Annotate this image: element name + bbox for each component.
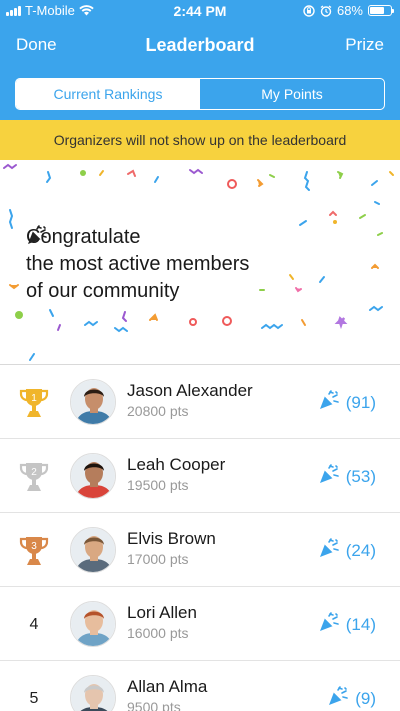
hero-line-2: the most active members [26,253,250,275]
member-points: 16000 pts [127,625,189,641]
hero-line-3: of our community [26,280,180,302]
done-button[interactable]: Done [16,35,57,55]
rotation-lock-icon [303,4,315,17]
member-name: Allan Alma [127,677,208,696]
member-points: 19500 pts [127,477,189,493]
avatar[interactable] [70,453,116,499]
member-points: 17000 pts [127,551,189,567]
leaderboard-list: 1 Jason Alexander 20800 pts (91) 2 Leah … [0,365,400,711]
cheers-count: (9) [355,688,376,708]
rank-badge: 5 [29,690,39,707]
rank-badge: 4 [29,616,39,633]
cheers-count: (91) [345,392,376,412]
member-name: Lori Allen [127,603,197,622]
member-points: 9500 pts [127,699,181,711]
avatar[interactable] [70,379,116,425]
organizer-notice: Organizers will not show up on the leade… [0,120,400,160]
member-points: 20800 pts [127,403,189,419]
member-name: Leah Cooper [127,455,226,474]
party-popper-icon [318,611,340,638]
svg-text:3: 3 [31,541,37,552]
nav-bar: Done Leaderboard Prize [0,30,400,60]
hero-banner: Congratulate the most active members of … [0,160,400,365]
battery-fill [370,7,384,14]
svg-text:1: 1 [31,393,37,404]
svg-text:2: 2 [31,467,37,478]
status-bar: T-Mobile 2:44 PM 68% [0,0,400,22]
cheers-button[interactable]: (24) [318,537,376,564]
alarm-icon [320,4,332,17]
cheers-count: (53) [345,466,376,486]
segmented-control: Current Rankings My Points [15,78,385,110]
trophy-gold-icon: 1 [14,383,54,423]
leaderboard-row[interactable]: 1 Jason Alexander 20800 pts (91) [0,365,400,439]
avatar[interactable] [70,675,116,711]
cheers-count: (24) [345,540,376,560]
tab-my-points[interactable]: My Points [200,79,384,109]
avatar[interactable] [70,527,116,573]
leaderboard-row[interactable]: 4 Lori Allen 16000 pts (14) [0,587,400,661]
leaderboard-row[interactable]: 2 Leah Cooper 19500 pts (53) [0,439,400,513]
trophy-silver-icon: 2 [14,457,54,497]
party-popper-icon [318,389,340,416]
cheers-button[interactable]: (14) [318,611,376,638]
cheers-button[interactable]: (9) [327,685,376,711]
member-name: Jason Alexander [127,381,253,400]
tab-current-rankings[interactable]: Current Rankings [16,79,200,109]
page-title: Leaderboard [145,35,255,55]
leaderboard-row[interactable]: 3 Elvis Brown 17000 pts (24) [0,513,400,587]
avatar[interactable] [70,601,116,647]
trophy-bronze-icon: 3 [14,531,54,571]
party-popper-icon [318,537,340,564]
header: T-Mobile 2:44 PM 68% Done Leaderboard Pr… [0,0,400,120]
party-popper-icon [327,685,349,711]
status-right: 68% [303,3,394,18]
cheers-button[interactable]: (91) [318,389,376,416]
leaderboard-row[interactable]: 5 Allan Alma 9500 pts (9) [0,661,400,711]
cheers-count: (14) [345,614,376,634]
cheers-button[interactable]: (53) [318,463,376,490]
battery-percent: 68% [336,3,363,18]
prize-button[interactable]: Prize [345,35,384,55]
battery-icon [368,5,394,16]
party-popper-icon [318,463,340,490]
hero-message: Congratulate the most active members of … [26,224,249,305]
member-name: Elvis Brown [127,529,216,548]
